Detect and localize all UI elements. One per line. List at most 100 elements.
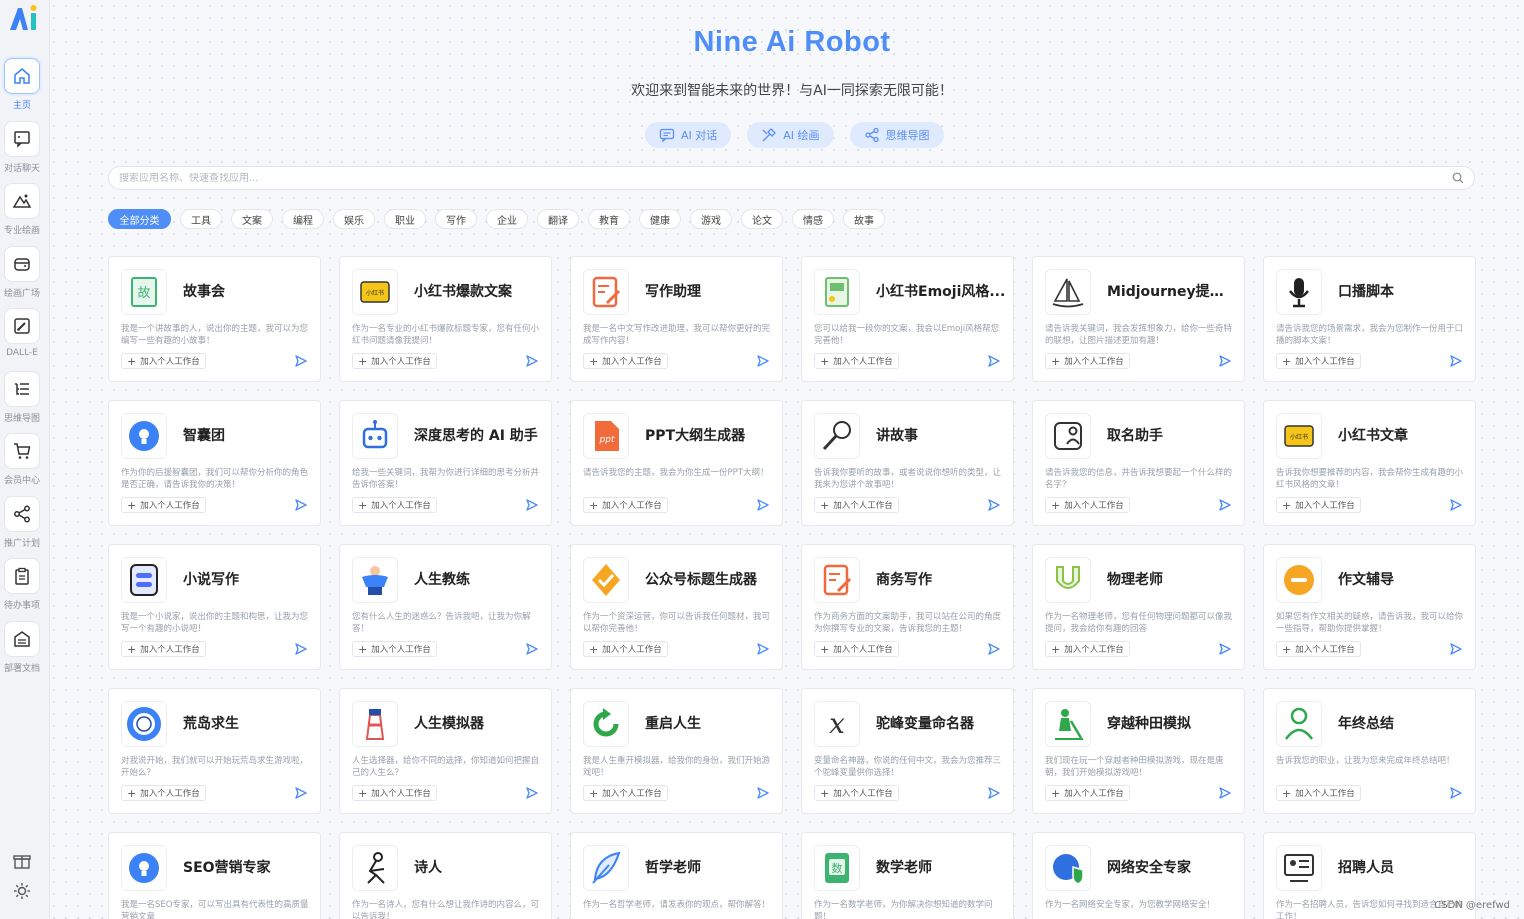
add-to-workspace-button[interactable]: + 加入个人工作台: [1276, 641, 1361, 657]
category-chip[interactable]: 教育: [588, 209, 630, 229]
app-card[interactable]: 小红书 小红书爆款文案 作为一名专业的小红书爆款标题专家，您有任何小红书问题请像我提…: [339, 256, 552, 382]
add-to-workspace-button[interactable]: + 加入个人工作台: [1045, 497, 1130, 513]
add-to-workspace-button[interactable]: + 加入个人工作台: [583, 641, 668, 657]
sidebar-item[interactable]: 专业绘画: [0, 183, 44, 239]
search-icon[interactable]: [1452, 172, 1464, 184]
app-card[interactable]: 口播脚本 请告诉我您的场景需求，我会为您制作一份用于口播的脚本文案！ + 加入个人工作…: [1263, 256, 1476, 382]
send-icon[interactable]: [987, 498, 1001, 512]
app-card[interactable]: 网络安全专家作为一名网络安全专家，为您教学网络安全！+加入个人工作台: [1032, 832, 1245, 919]
add-to-workspace-button[interactable]: + 加入个人工作台: [1045, 641, 1130, 657]
app-card[interactable]: 诗人作为一名诗人，您有什么想让我作诗的内容么，可以告诉我！+加入个人工作台: [339, 832, 552, 919]
add-to-workspace-button[interactable]: + 加入个人工作台: [121, 641, 206, 657]
app-card[interactable]: 故 故事会 我是一个讲故事的人，说出你的主题，我可以为您编写一些有趣的小故事！ + 加入…: [108, 256, 321, 382]
app-card[interactable]: 人生教练 您有什么人生的迷惑么？告诉我吧，让我为你解答！ + 加入个人工作台: [339, 544, 552, 670]
add-to-workspace-button[interactable]: + 加入个人工作台: [1276, 353, 1361, 369]
category-chip[interactable]: 娱乐: [333, 209, 375, 229]
send-icon[interactable]: [1449, 354, 1463, 368]
category-chip[interactable]: 故事: [843, 209, 885, 229]
category-chip[interactable]: 编程: [282, 209, 324, 229]
tab-ai-chat[interactable]: AI 对话: [645, 122, 732, 148]
send-icon[interactable]: [987, 354, 1001, 368]
sidebar-item[interactable]: 待办事项: [0, 558, 44, 614]
app-card[interactable]: 小红书 小红书文章 告诉我你想要推荐的内容，我会帮你生成有趣的小红书风格的文章！ + 加…: [1263, 400, 1476, 526]
add-to-workspace-button[interactable]: + 加入个人工作台: [121, 353, 206, 369]
send-icon[interactable]: [1449, 642, 1463, 656]
app-card[interactable]: 小红书Emoji风格... 您可以给我一段你的文案，我会以Emoji风格帮您完善他…: [801, 256, 1014, 382]
add-to-workspace-button[interactable]: + 加入个人工作台: [583, 353, 668, 369]
app-card[interactable]: 取名助手 请告诉我您的信息，并告诉我想要起一个什么样的名字？ + 加入个人工作台: [1032, 400, 1245, 526]
send-icon[interactable]: [1218, 498, 1232, 512]
app-card[interactable]: 年终总结 告诉我您的职业，让我为您来完成年终总结吧！ + 加入个人工作台: [1263, 688, 1476, 814]
theme-sun-icon[interactable]: [13, 882, 31, 900]
sidebar-item[interactable]: 思维导图: [0, 370, 44, 427]
app-card[interactable]: 数数学老师作为一名数学老师，为你解决你想知道的数学问题！+加入个人工作台: [801, 832, 1014, 919]
sidebar-item[interactable]: DALL-E: [0, 308, 44, 364]
app-card[interactable]: 人生模拟器 人生选择器，给你不同的选择，你知道如何把握自己的人生么？ + 加入个人工作…: [339, 688, 552, 814]
app-card[interactable]: 小说写作 我是一个小说家，说出你的主题和构思，让我为您写一个有趣的小说吧！ + 加入个…: [108, 544, 321, 670]
app-card[interactable]: 智囊团 作为你的后援智囊团，我们可以帮你分析你的角色是否正确，请告诉我你的决策！ +…: [108, 400, 321, 526]
add-to-workspace-button[interactable]: + 加入个人工作台: [1276, 497, 1361, 513]
send-icon[interactable]: [987, 642, 1001, 656]
sidebar-item[interactable]: 部署文档: [0, 620, 44, 677]
send-icon[interactable]: [1449, 498, 1463, 512]
add-to-workspace-button[interactable]: + 加入个人工作台: [814, 353, 899, 369]
category-chip[interactable]: 健康: [639, 209, 681, 229]
add-to-workspace-button[interactable]: + 加入个人工作台: [1045, 785, 1130, 801]
app-card[interactable]: 荒岛求生 对我说开始，我们就可以开始玩荒岛求生游戏啦，开始么？ + 加入个人工作台: [108, 688, 321, 814]
add-to-workspace-button[interactable]: + 加入个人工作台: [814, 497, 899, 513]
sidebar-item[interactable]: 会员中心: [0, 433, 44, 489]
app-card[interactable]: 重启人生 我是人生重开模拟器，给我你的身份，我们开始游戏吧！ + 加入个人工作台: [570, 688, 783, 814]
tab-mindmap[interactable]: 思维导图: [849, 122, 944, 148]
app-card[interactable]: ppt PPT大纲生成器 请告诉我您的主题，我会为你生成一份PPT大纲！ + 加入个人工…: [570, 400, 783, 526]
add-to-workspace-button[interactable]: + 加入个人工作台: [352, 353, 437, 369]
add-to-workspace-button[interactable]: + 加入个人工作台: [121, 785, 206, 801]
category-chip[interactable]: 职业: [384, 209, 426, 229]
category-chip[interactable]: 游戏: [690, 209, 732, 229]
app-card[interactable]: 𝑥 驼峰变量命名器 变量命名神器，你说的任何中文，我会为您推荐三个驼峰变量供你选择！…: [801, 688, 1014, 814]
add-to-workspace-button[interactable]: + 加入个人工作台: [352, 497, 437, 513]
send-icon[interactable]: [525, 786, 539, 800]
category-chip[interactable]: 企业: [486, 209, 528, 229]
add-to-workspace-button[interactable]: + 加入个人工作台: [121, 497, 206, 513]
send-icon[interactable]: [525, 354, 539, 368]
app-card[interactable]: 深度思考的 AI 助手 给我一些关键词，我帮为你进行详细的思考分析并告诉你答案！ +…: [339, 400, 552, 526]
sidebar-item[interactable]: 对话聊天: [0, 120, 44, 177]
add-to-workspace-button[interactable]: + 加入个人工作台: [814, 785, 899, 801]
add-to-workspace-button[interactable]: + 加入个人工作台: [1045, 353, 1130, 369]
app-card[interactable]: 物理老师 作为一名物理老师，您有任何物理问题都可以像我提问，我会给你有趣的回答 + 加…: [1032, 544, 1245, 670]
send-icon[interactable]: [1449, 786, 1463, 800]
app-card[interactable]: 商务写作 作为商务方面的文案助手，我可以站在公司的角度为你撰写专业的文案，告诉我您…: [801, 544, 1014, 670]
add-to-workspace-button[interactable]: + 加入个人工作台: [1276, 785, 1361, 801]
send-icon[interactable]: [294, 354, 308, 368]
search-input[interactable]: [119, 172, 1452, 184]
tab-ai-draw[interactable]: AI 绘画: [747, 122, 834, 148]
add-to-workspace-button[interactable]: + 加入个人工作台: [814, 641, 899, 657]
send-icon[interactable]: [756, 354, 770, 368]
app-card[interactable]: SEO营销专家我是一名SEO专家，可以写出具有代表性的高质量营销文章+加入个人工…: [108, 832, 321, 919]
send-icon[interactable]: [756, 498, 770, 512]
sidebar-item[interactable]: 推广计划: [0, 495, 44, 552]
app-card[interactable]: 穿越种田模拟 我们现在玩一个穿越者种田模拟游戏，现在是唐朝，我们开始模拟游戏吧！ +…: [1032, 688, 1245, 814]
app-card[interactable]: 写作助理 我是一名中文写作改进助理，我可以帮你更好的完成写作内容！ + 加入个人工作台: [570, 256, 783, 382]
app-card[interactable]: 哲学老师作为一名哲学老师，请发表你的观点，帮你解答！+加入个人工作台: [570, 832, 783, 919]
add-to-workspace-button[interactable]: + 加入个人工作台: [352, 785, 437, 801]
send-icon[interactable]: [294, 786, 308, 800]
app-card[interactable]: Midjourney提示... 请告诉我关键词，我会发挥想象力，给你一些奇特的联想…: [1032, 256, 1245, 382]
add-to-workspace-button[interactable]: + 加入个人工作台: [583, 497, 668, 513]
send-icon[interactable]: [987, 786, 1001, 800]
send-icon[interactable]: [1218, 354, 1232, 368]
add-to-workspace-button[interactable]: + 加入个人工作台: [352, 641, 437, 657]
gift-icon[interactable]: [13, 852, 31, 870]
send-icon[interactable]: [756, 786, 770, 800]
app-card[interactable]: 作文辅导 如果您有作文相关的疑惑，请告诉我，我可以给你一些指导，帮助你提供掌握！ +…: [1263, 544, 1476, 670]
send-icon[interactable]: [756, 642, 770, 656]
send-icon[interactable]: [294, 642, 308, 656]
category-chip[interactable]: 工具: [180, 209, 222, 229]
send-icon[interactable]: [294, 498, 308, 512]
category-chip[interactable]: 论文: [741, 209, 783, 229]
category-chip[interactable]: 翻译: [537, 209, 579, 229]
send-icon[interactable]: [1218, 786, 1232, 800]
send-icon[interactable]: [525, 498, 539, 512]
app-card[interactable]: 讲故事 告诉我你要听的故事，或者说说你想听的类型，让我来为您讲个故事吧！ + 加入个人…: [801, 400, 1014, 526]
category-chip[interactable]: 写作: [435, 209, 477, 229]
